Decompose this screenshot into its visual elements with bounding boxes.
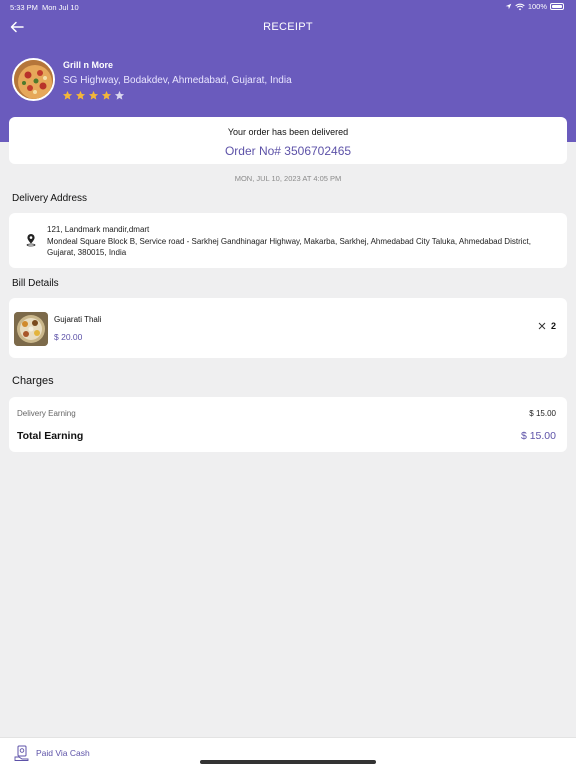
page-title: RECEIPT (263, 21, 313, 33)
delivery-address-card: 121, Landmark mandir,dmart Mondeal Squar… (9, 213, 567, 268)
bill-details-title: Bill Details (12, 278, 59, 289)
battery-icon (550, 3, 564, 10)
star-icon (75, 90, 86, 100)
status-bar: 5:33 PM Mon Jul 10 100% (0, 0, 576, 14)
status-time: 5:33 PM (10, 3, 38, 12)
total-earning-label: Total Earning (17, 430, 84, 442)
star-icon (62, 90, 73, 100)
total-earning-value: $ 15.00 (520, 430, 556, 442)
cash-icon (14, 745, 29, 761)
restaurant-name: Grill n More (63, 60, 114, 70)
location-arrow-icon (505, 3, 512, 10)
delivery-earning-label: Delivery Earning (17, 409, 76, 418)
delivery-earning-value: $ 15.00 (529, 409, 556, 418)
restaurant-rating (62, 90, 125, 101)
star-icon (101, 90, 112, 100)
restaurant-avatar (12, 58, 55, 101)
bill-item-card: Gujarati Thali $ 20.00 2 (9, 298, 567, 358)
delivery-status-text: Your order has been delivered (227, 127, 349, 137)
address-line-2: Mondeal Square Block B, Service road - S… (47, 237, 531, 257)
payment-method-label: Paid Via Cash (36, 748, 90, 758)
location-pin-icon (26, 234, 36, 247)
charges-card: Delivery Earning $ 15.00 Total Earning $… (9, 397, 567, 452)
wifi-icon (515, 3, 525, 10)
order-status-card: Your order has been delivered Order No# … (9, 117, 567, 164)
food-item-name: Gujarati Thali (54, 315, 102, 324)
address-line-1: 121, Landmark mandir,dmart (47, 225, 150, 234)
battery-percent: 100% (527, 2, 547, 11)
restaurant-address: SG Highway, Bodakdev, Ahmedabad, Gujarat… (63, 75, 292, 86)
order-date: MON, JUL 10, 2023 AT 4:05 PM (234, 174, 342, 183)
star-icon (114, 90, 125, 100)
food-item-price: $ 20.00 (54, 332, 83, 342)
status-indicators: 100% (505, 2, 564, 11)
delivery-address-title: Delivery Address (12, 193, 88, 204)
food-image (14, 312, 48, 346)
home-indicator (200, 760, 376, 764)
status-date: Mon Jul 10 (42, 3, 79, 12)
close-icon (538, 322, 546, 330)
star-icon (88, 90, 99, 100)
charges-title: Charges (12, 375, 54, 387)
food-item-quantity: 2 (551, 321, 557, 331)
order-number: Order No# 3506702465 (224, 144, 352, 158)
